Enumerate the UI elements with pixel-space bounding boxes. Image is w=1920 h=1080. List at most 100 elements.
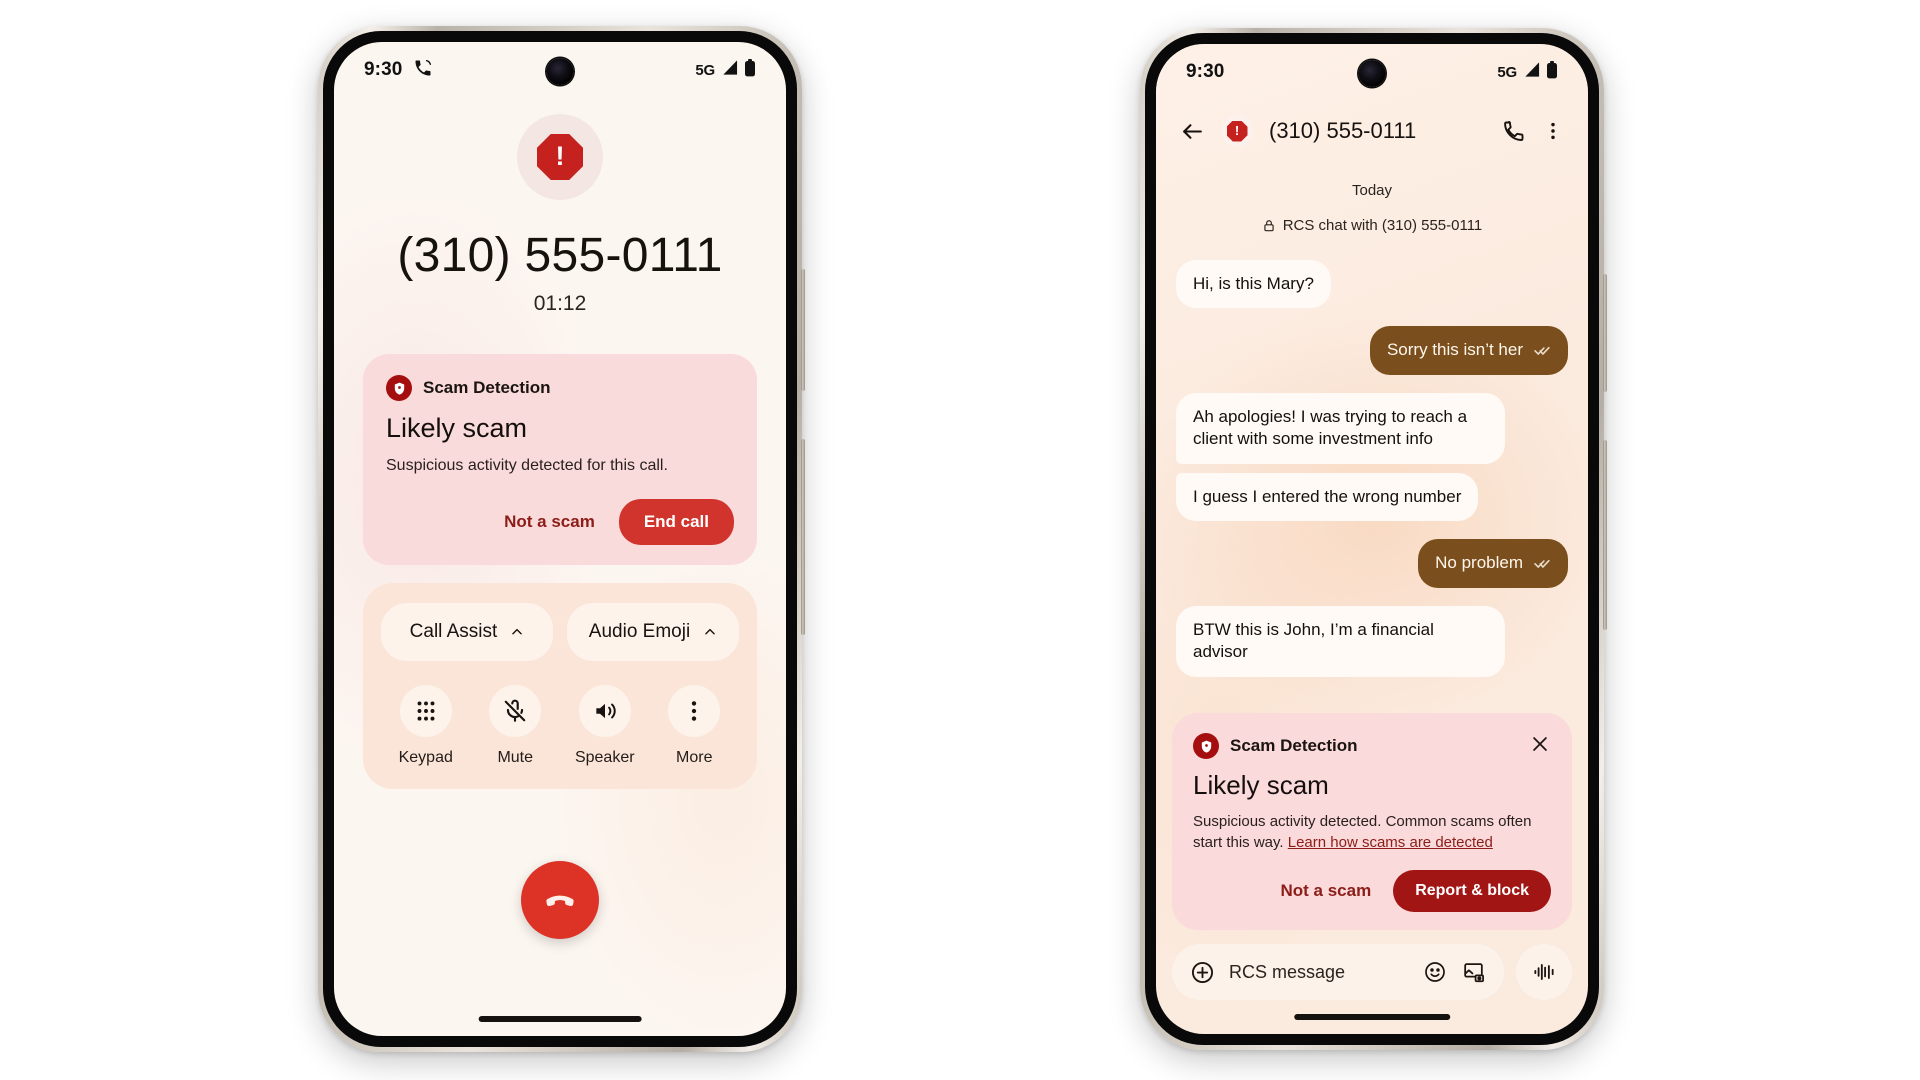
- signal-bars-icon: [1522, 61, 1541, 83]
- call-assist-label: Call Assist: [409, 620, 498, 642]
- gallery-button[interactable]: [1461, 960, 1486, 985]
- scam-card-actions-messages: Not a scam Report & block: [1193, 870, 1551, 912]
- phone-bezel-messages: 9:30 5G ! (310) 555-0111 Today RCS chat …: [1145, 33, 1599, 1045]
- message-composer: RCS message: [1172, 944, 1572, 1034]
- plus-circle-icon: [1191, 961, 1214, 983]
- status-time-messages: 9:30: [1186, 61, 1225, 82]
- day-separator: Today: [1351, 182, 1393, 199]
- message-text: Sorry this isn’t her: [1386, 340, 1523, 360]
- not-a-scam-button-call[interactable]: Not a scam: [496, 502, 603, 542]
- close-button[interactable]: [1529, 733, 1551, 760]
- rcs-chat-note-text: RCS chat with (310) 555-0111: [1282, 217, 1483, 234]
- avatar: !: [1221, 115, 1253, 147]
- call-contact-button[interactable]: [1502, 119, 1526, 143]
- caller-number: (310) 555-0111: [397, 229, 723, 282]
- volume-button-messages-phone[interactable]: [1603, 274, 1607, 392]
- audio-emoji-button[interactable]: Audio Emoji: [567, 602, 739, 661]
- call-action-icons: Keypad Mute Speaker More: [381, 684, 740, 767]
- message-text: No problem: [1435, 553, 1523, 573]
- shield-check-icon: [1193, 733, 1219, 759]
- avatar: !: [517, 114, 603, 200]
- voice-waveform-icon: [1534, 964, 1554, 980]
- scam-octagon-icon: !: [1226, 120, 1248, 142]
- screenshot-canvas: 9:30 5G ! (310) 555-0111 01:12 Scam Dete…: [0, 0, 1920, 1080]
- status-bar-right-call: 5G: [695, 58, 756, 82]
- mic-off-icon: [504, 699, 526, 722]
- message-bubble-outgoing[interactable]: Sorry this isn’t her: [1369, 326, 1568, 375]
- scam-card-title-messages: Likely scam: [1193, 769, 1329, 800]
- keypad-icon-wrap: [399, 684, 452, 737]
- call-controls-panel: Call Assist Audio Emoji Keypad Mute Spea…: [363, 582, 757, 789]
- messages-screen: 9:30 5G ! (310) 555-0111 Today RCS chat …: [1156, 44, 1588, 1034]
- conversation-title: (310) 555-0111: [1269, 118, 1417, 143]
- speaker-label: Speaker: [574, 748, 635, 766]
- more-label: More: [676, 748, 713, 766]
- conversation-app-bar: ! (310) 555-0111: [1156, 100, 1588, 162]
- call-assist-button[interactable]: Call Assist: [381, 602, 553, 661]
- message-bubble-outgoing[interactable]: No problem: [1418, 539, 1568, 588]
- not-a-scam-button-messages[interactable]: Not a scam: [1273, 871, 1380, 911]
- back-button[interactable]: [1180, 119, 1205, 144]
- message-list: Today RCS chat with (310) 555-0111 Hi, i…: [1156, 162, 1588, 699]
- mute-label: Mute: [497, 748, 534, 766]
- chevron-up-icon: [512, 628, 523, 635]
- message-bubble-incoming[interactable]: I guess I entered the wrong number: [1176, 472, 1479, 522]
- gesture-nav-bar-call[interactable]: [478, 1016, 642, 1022]
- composer-field[interactable]: RCS message: [1172, 944, 1504, 1000]
- keypad-label: Keypad: [398, 748, 453, 766]
- message-bubble-incoming[interactable]: BTW this is John, I’m a financial adviso…: [1176, 605, 1506, 677]
- report-and-block-button[interactable]: Report & block: [1393, 870, 1551, 912]
- volume-button-call-phone[interactable]: [801, 269, 805, 391]
- speaker-icon-wrap: [578, 684, 631, 737]
- end-call-card-button[interactable]: End call: [618, 498, 734, 545]
- phone-device-call: 9:30 5G ! (310) 555-0111 01:12 Scam Dete…: [318, 26, 805, 1052]
- scam-card-body-messages: Suspicious activity detected. Common sca…: [1193, 811, 1551, 855]
- emoji-smile-icon: [1425, 962, 1445, 982]
- shield-check-icon: [386, 375, 412, 401]
- learn-more-link[interactable]: Learn how scams are detected: [1288, 834, 1493, 851]
- emoji-button[interactable]: [1423, 960, 1447, 984]
- scam-detection-card-call: Scam Detection Likely scam Suspicious ac…: [363, 354, 757, 565]
- status-bar-left-messages: 9:30: [1186, 61, 1224, 83]
- overflow-menu-button[interactable]: [1542, 120, 1564, 142]
- hang-up-button[interactable]: [521, 861, 599, 940]
- message-bubble-incoming[interactable]: Hi, is this Mary?: [1176, 260, 1331, 309]
- speaker-button[interactable]: Speaker: [560, 684, 650, 767]
- front-camera-punchhole-messages: [1358, 60, 1386, 87]
- call-content: ! (310) 555-0111 01:12 Scam Detection Li…: [334, 42, 786, 1036]
- phone-bezel-call: 9:30 5G ! (310) 555-0111 01:12 Scam Dete…: [323, 31, 797, 1047]
- status-bar-right-messages: 5G: [1497, 60, 1558, 84]
- call-screen: 9:30 5G ! (310) 555-0111 01:12 Scam Dete…: [334, 42, 786, 1036]
- chevron-up-icon: [705, 628, 715, 635]
- volume-up-icon: [596, 703, 616, 719]
- rcs-chat-note: RCS chat with (310) 555-0111: [1176, 217, 1568, 234]
- call-end-icon: [546, 895, 574, 907]
- double-check-icon: [1534, 347, 1550, 355]
- signal-bars-icon: [720, 59, 739, 81]
- message-input[interactable]: RCS message: [1229, 962, 1409, 983]
- mute-button[interactable]: Mute: [471, 684, 561, 767]
- arrow-back-icon: [1183, 123, 1202, 139]
- scam-card-label-call: Scam Detection: [423, 378, 551, 397]
- scam-card-title-call: Likely scam: [386, 413, 528, 443]
- more-button[interactable]: More: [650, 684, 740, 767]
- more-icon-wrap: [668, 684, 721, 737]
- scam-card-body-call: Suspicious activity detected for this ca…: [386, 457, 668, 474]
- double-check-icon: [1534, 559, 1550, 568]
- keypad-button[interactable]: Keypad: [381, 684, 471, 767]
- scam-card-header-messages: Scam Detection: [1193, 733, 1551, 760]
- assist-pill-row: Call Assist Audio Emoji: [381, 602, 739, 661]
- messages-content: ! (310) 555-0111 Today RCS chat with (31…: [1156, 44, 1588, 1034]
- dialpad-icon: [417, 701, 435, 721]
- gesture-nav-bar-messages[interactable]: [1294, 1014, 1450, 1020]
- front-camera-punchhole-call: [546, 58, 574, 85]
- voice-message-button[interactable]: [1516, 944, 1572, 1000]
- scam-card-header-call: Scam Detection: [386, 375, 734, 401]
- audio-emoji-label: Audio Emoji: [588, 620, 691, 642]
- power-button-messages-phone[interactable]: [1603, 440, 1607, 630]
- scam-card-actions-call: Not a scam End call: [386, 498, 734, 545]
- power-button-call-phone[interactable]: [801, 439, 805, 635]
- message-bubble-incoming[interactable]: Ah apologies! I was trying to reach a cl…: [1176, 392, 1506, 464]
- add-attachment-button[interactable]: [1190, 960, 1215, 985]
- scam-card-label-messages: Scam Detection: [1230, 736, 1358, 755]
